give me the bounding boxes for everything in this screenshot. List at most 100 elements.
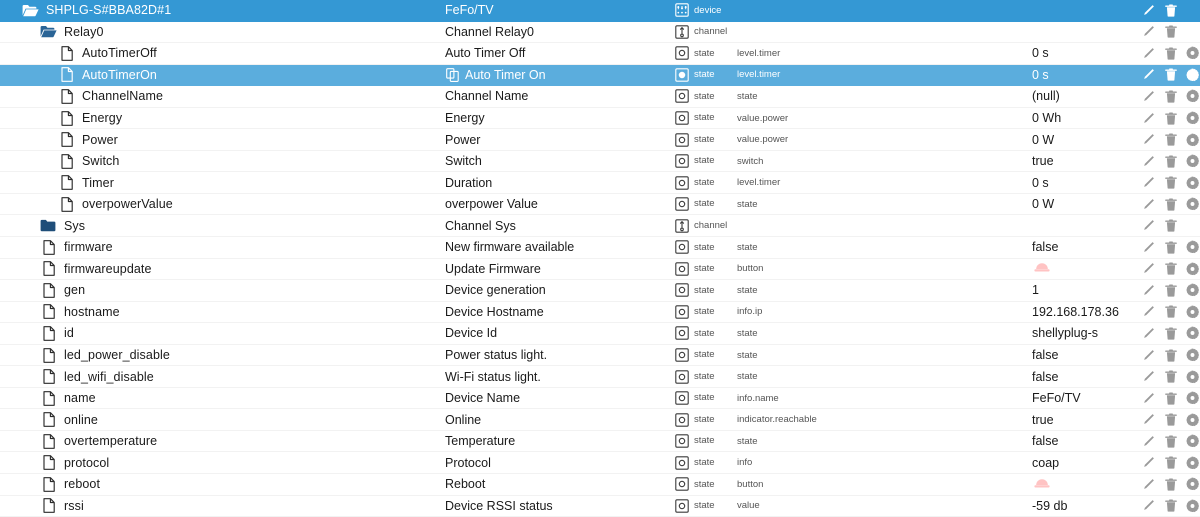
table-row[interactable]: SHPLG-S#BBA82D#1 FeFo/TV device [0,0,1200,22]
delete-icon[interactable] [1164,456,1177,470]
table-row[interactable]: hostname Device Hostname state info.ip 192.1… [0,302,1200,324]
tree-node-cell[interactable]: Energy [0,110,445,126]
edit-icon[interactable] [1142,348,1155,362]
value-cell[interactable]: 0 s [1032,176,1142,190]
table-row[interactable]: AutoTimerOn Auto Timer On state level.timer… [0,64,1200,87]
value-cell[interactable] [1032,261,1142,276]
table-row[interactable]: led_power_disable Power status light. stat… [0,345,1200,367]
tree-node-cell[interactable]: AutoTimerOn [0,67,445,83]
settings-icon[interactable] [1186,133,1199,147]
push-button-icon[interactable] [1032,477,1052,492]
edit-icon[interactable] [1142,413,1155,427]
folder-closed-icon[interactable] [40,218,57,233]
table-row[interactable]: online Online state indicator.reachable true [0,409,1200,431]
table-row[interactable]: name Device Name state info.name FeFo/TV [0,388,1200,410]
delete-icon[interactable] [1164,370,1177,384]
value-cell[interactable]: false [1032,348,1142,362]
folder-open-icon[interactable] [40,24,57,39]
settings-icon[interactable] [1186,262,1199,276]
tree-node-cell[interactable]: Timer [0,175,445,191]
delete-icon[interactable] [1164,25,1177,39]
settings-icon[interactable] [1186,197,1199,211]
settings-icon[interactable] [1186,89,1199,103]
edit-icon[interactable] [1142,219,1155,233]
edit-icon[interactable] [1142,240,1155,254]
tree-node-cell[interactable]: firmware [0,239,445,255]
tree-node-cell[interactable]: gen [0,283,445,298]
tree-node-cell[interactable]: Power [0,132,445,147]
edit-icon[interactable] [1142,133,1155,147]
delete-icon[interactable] [1164,391,1177,405]
value-cell[interactable]: 192.168.178.36 [1032,305,1142,319]
delete-icon[interactable] [1164,305,1177,319]
tree-node-cell[interactable]: rssi [0,498,445,514]
tree-node-cell[interactable]: led_power_disable [0,347,445,363]
table-row[interactable]: Energy Energy state value.power 0 Wh [0,108,1200,130]
value-cell[interactable]: 0 s [1032,68,1142,82]
tree-node-cell[interactable]: Switch [0,153,445,169]
table-row[interactable]: reboot Reboot state button [0,474,1200,496]
value-cell[interactable]: false [1032,240,1142,254]
delete-icon[interactable] [1164,133,1177,147]
settings-icon[interactable] [1186,46,1199,60]
delete-icon[interactable] [1164,176,1177,190]
tree-node-cell[interactable]: firmwareupdate [0,261,445,277]
push-button-icon[interactable] [1032,261,1052,276]
table-row[interactable]: overtemperature Temperature state state fals… [0,431,1200,453]
delete-icon[interactable] [1164,154,1177,168]
delete-icon[interactable] [1164,219,1177,233]
delete-icon[interactable] [1164,68,1177,82]
settings-icon[interactable] [1186,305,1199,319]
table-row[interactable]: overpowerValue overpower Value state state 0… [0,194,1200,216]
table-row[interactable]: Relay0 Channel Relay0 channel [0,22,1200,44]
tree-node-cell[interactable]: hostname [0,304,445,320]
table-row[interactable]: Power Power state value.power 0 W [0,129,1200,151]
table-row[interactable]: Timer Duration state level.timer 0 s [0,172,1200,194]
delete-icon[interactable] [1164,283,1177,297]
table-row[interactable]: led_wifi_disable Wi-Fi status light. state… [0,366,1200,388]
tree-node-cell[interactable]: online [0,412,445,428]
tree-node-cell[interactable]: name [0,390,445,406]
table-row[interactable]: Switch Switch state switch true [0,151,1200,173]
value-cell[interactable]: -59 db [1032,499,1142,513]
delete-icon[interactable] [1164,499,1177,513]
edit-icon[interactable] [1142,176,1155,190]
settings-icon[interactable] [1186,477,1199,491]
settings-icon[interactable] [1186,326,1199,340]
delete-icon[interactable] [1164,111,1177,125]
table-row[interactable]: firmwareupdate Update Firmware state button [0,259,1200,281]
delete-icon[interactable] [1164,46,1177,60]
settings-icon[interactable] [1186,499,1199,513]
settings-icon[interactable] [1186,434,1199,448]
edit-icon[interactable] [1142,154,1155,168]
settings-icon[interactable] [1186,68,1199,82]
table-row[interactable]: rssi Device RSSI status state value -59 db [0,496,1200,517]
settings-icon[interactable] [1186,240,1199,254]
edit-icon[interactable] [1142,499,1155,513]
edit-icon[interactable] [1142,283,1155,297]
edit-icon[interactable] [1142,262,1155,276]
edit-icon[interactable] [1142,197,1155,211]
settings-icon[interactable] [1186,154,1199,168]
edit-icon[interactable] [1142,3,1155,17]
edit-icon[interactable] [1142,111,1155,125]
delete-icon[interactable] [1164,477,1177,491]
value-cell[interactable]: true [1032,154,1142,168]
table-row[interactable]: firmware New firmware available state state… [0,237,1200,259]
table-row[interactable]: gen Device generation state state 1 [0,280,1200,302]
value-cell[interactable]: 0 W [1032,133,1142,147]
value-cell[interactable]: (null) [1032,89,1142,103]
edit-icon[interactable] [1142,305,1155,319]
edit-icon[interactable] [1142,68,1155,82]
table-row[interactable]: protocol Protocol state info coap [0,452,1200,475]
edit-icon[interactable] [1142,456,1155,470]
value-cell[interactable]: 0 Wh [1032,111,1142,125]
delete-icon[interactable] [1164,326,1177,340]
value-cell[interactable]: false [1032,370,1142,384]
edit-icon[interactable] [1142,326,1155,340]
edit-icon[interactable] [1142,434,1155,448]
edit-icon[interactable] [1142,370,1155,384]
edit-icon[interactable] [1142,391,1155,405]
settings-icon[interactable] [1186,176,1199,190]
value-cell[interactable]: shellyplug-s [1032,326,1142,340]
